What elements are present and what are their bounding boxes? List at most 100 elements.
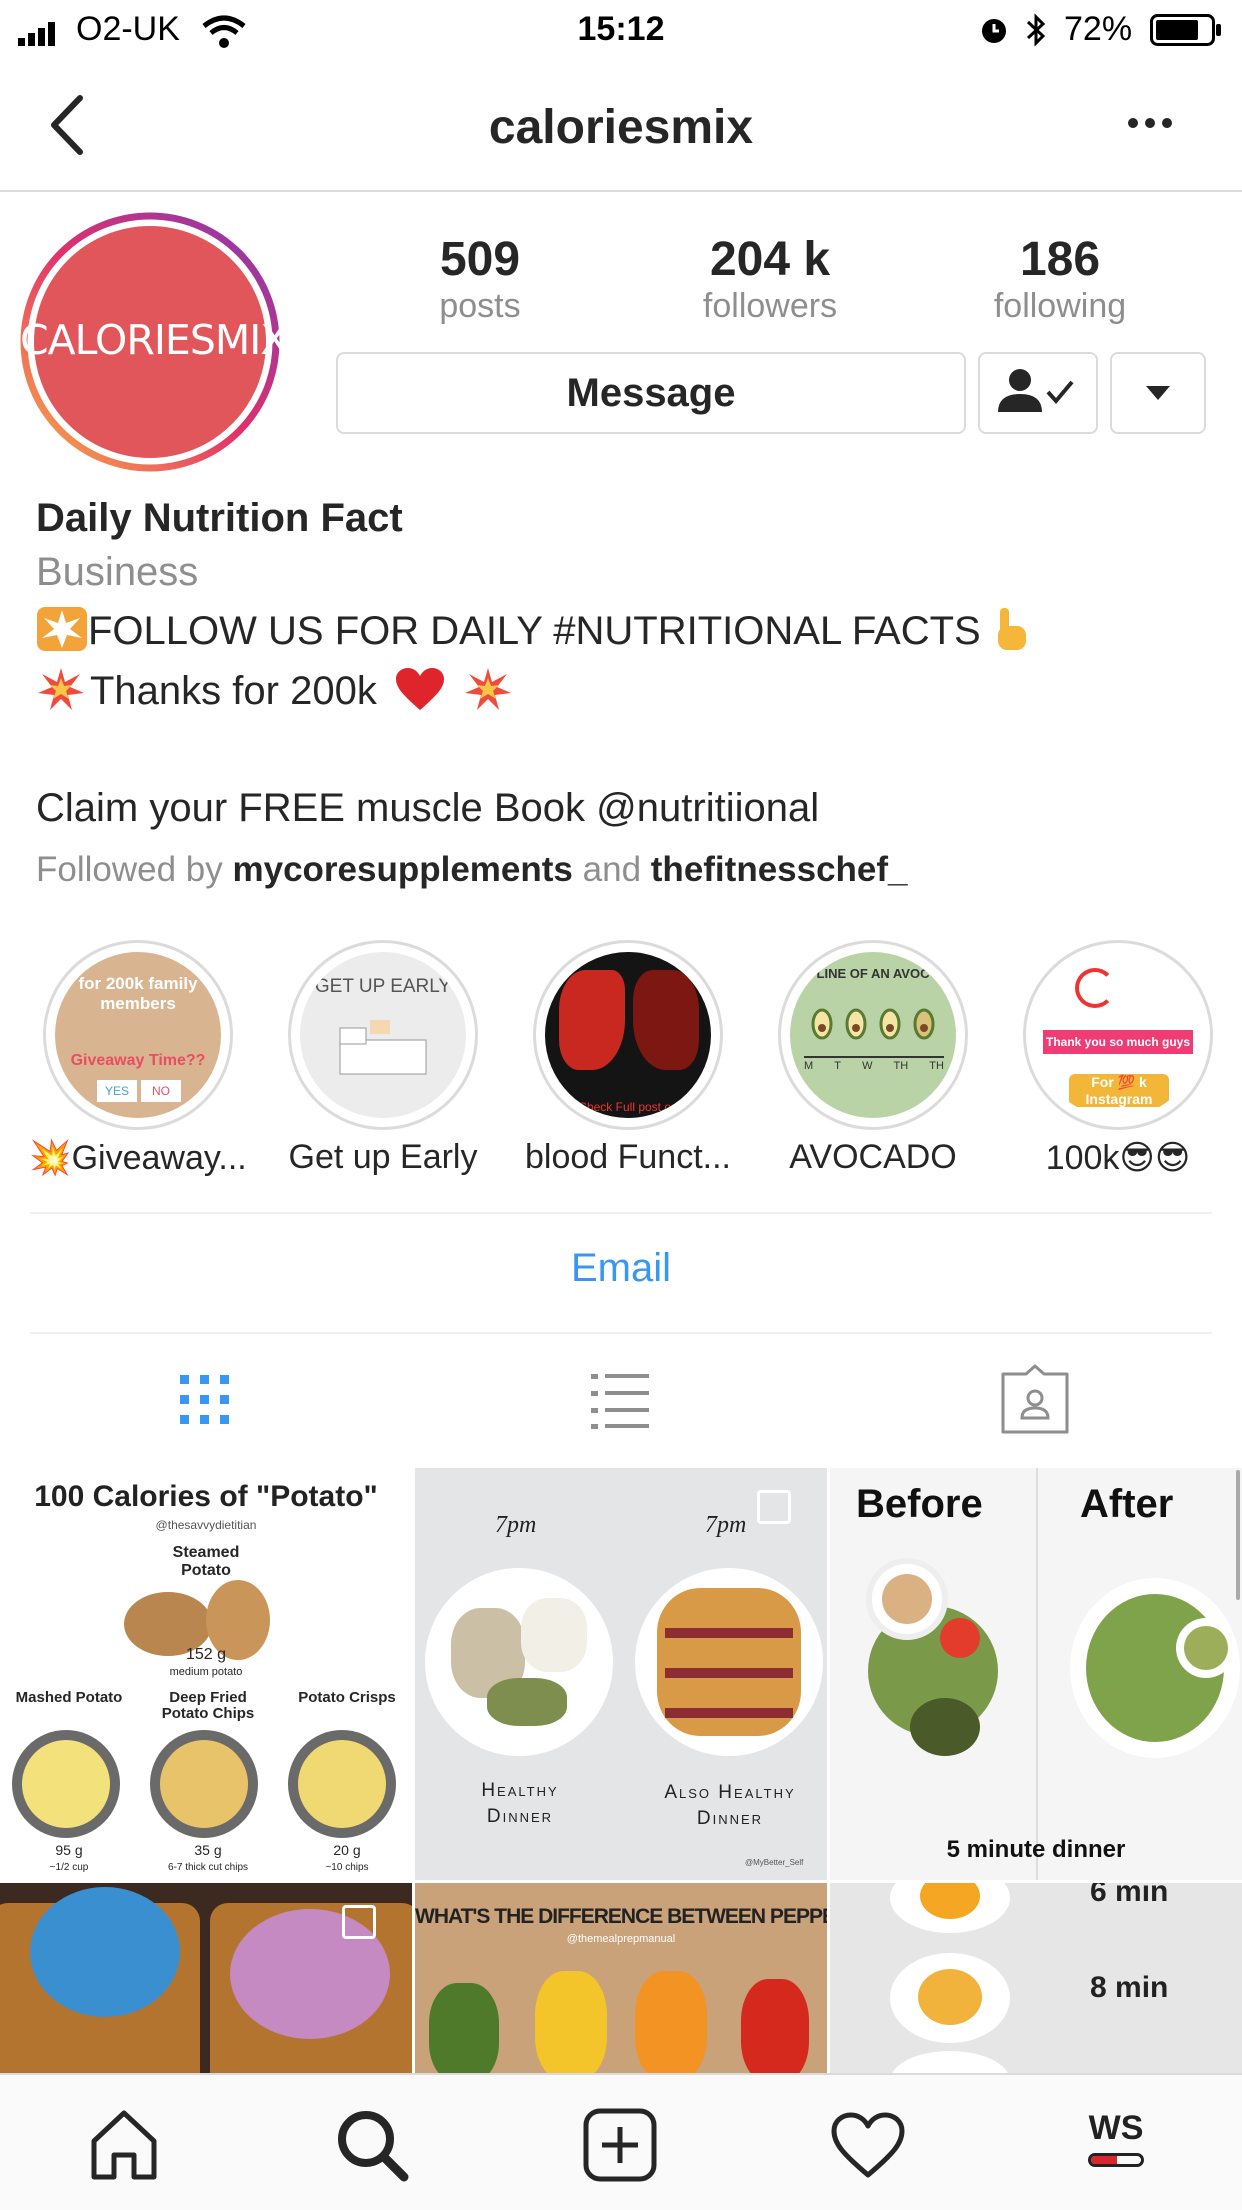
tab-search[interactable] bbox=[332, 2105, 412, 2185]
bottom-tab-bar: WS bbox=[0, 2073, 1242, 2210]
grid-icon bbox=[180, 1375, 229, 1424]
post-credit: @MyBetter_Self bbox=[745, 1858, 804, 1867]
status-bar: O2-UK 15:12 72% bbox=[0, 0, 1242, 60]
day-label: M bbox=[804, 1060, 814, 1072]
highlight-giveaway[interactable]: for 200k family members Giveaway Time?? … bbox=[43, 940, 233, 1130]
highlight-label-blood-function[interactable]: blood Funct... bbox=[508, 1138, 748, 1177]
post-item-weight: 20 g bbox=[333, 1842, 361, 1858]
heart-icon bbox=[831, 2112, 905, 2178]
tab-new-post[interactable] bbox=[580, 2105, 660, 2185]
post-item-note: ~10 chips bbox=[325, 1862, 369, 1873]
post-tile-peppers[interactable]: WHAT'S THE DIFFERENCE BETWEEN PEPPERS? @… bbox=[415, 1883, 827, 2073]
post-tile-healthy-dinner[interactable]: 7pm 7pm Healthy Dinner Also Healthy Dinn… bbox=[415, 1468, 827, 1880]
tab-activity[interactable] bbox=[828, 2105, 908, 2185]
post-tile-eggs[interactable]: 6 min 8 min bbox=[830, 1883, 1242, 2073]
burst-emoji-icon bbox=[36, 606, 88, 652]
post-before-label: Before bbox=[856, 1482, 983, 1526]
stat-value: 204 k bbox=[709, 233, 831, 286]
post-top-label: Steamed Potato bbox=[172, 1544, 240, 1579]
day-label: W bbox=[862, 1060, 873, 1072]
stat-followers[interactable]: 204 k followers bbox=[670, 232, 870, 326]
profile-avatar[interactable]: CALORIESMIX bbox=[20, 212, 288, 472]
highlight-cover-text: Thank you so much guys bbox=[1043, 1030, 1193, 1054]
post-item-weight: 95 g bbox=[55, 1842, 83, 1858]
tab-list-view[interactable] bbox=[565, 1360, 675, 1440]
post-item-note: ~1/2 cup bbox=[49, 1862, 89, 1873]
egg-time-label: 6 min bbox=[1090, 1883, 1169, 1908]
bio-line-3: Claim your FREE muscle Book @nutritiiona… bbox=[36, 786, 820, 830]
post-tile-waffles[interactable] bbox=[0, 1883, 412, 2073]
post-caption-right: Also Healthy Dinner bbox=[664, 1782, 796, 1829]
email-button[interactable]: Email bbox=[0, 1246, 1242, 1291]
highlight-cover-text: GET UP EARLY bbox=[314, 976, 452, 997]
post-item-note: 6-7 thick cut chips bbox=[167, 1862, 249, 1873]
multiple-photos-icon bbox=[757, 1490, 791, 1524]
egg-time-label: 8 min bbox=[1090, 1971, 1169, 2004]
highlight-day-labels: M T W TH TH bbox=[804, 1056, 944, 1072]
highlight-cover-text: LINE OF AN AVOC bbox=[816, 966, 930, 981]
stat-posts[interactable]: 509 posts bbox=[380, 232, 580, 326]
highlight-label-giveaway[interactable]: 💥Giveaway... bbox=[18, 1138, 258, 1178]
bio-line-2: Thanks for 200k bbox=[36, 666, 513, 714]
highlight-label-100k[interactable]: 100k😎😎 bbox=[998, 1138, 1238, 1178]
add-post-icon bbox=[583, 2108, 657, 2182]
highlight-yes: YES bbox=[97, 1080, 137, 1102]
post-tile-before-after[interactable]: Before After 5 minute dinner bbox=[830, 1468, 1242, 1880]
bluetooth-icon bbox=[1024, 12, 1048, 53]
tab-avatar-text: WS bbox=[1088, 2109, 1144, 2147]
highlight-get-up-early[interactable]: GET UP EARLY bbox=[288, 940, 478, 1130]
triangle-down-icon bbox=[1146, 386, 1170, 400]
followed-by[interactable]: Followed by mycoresupplements and thefit… bbox=[36, 850, 908, 890]
divider bbox=[30, 1212, 1212, 1214]
more-horizontal-icon bbox=[1128, 118, 1172, 128]
divider bbox=[30, 1332, 1212, 1334]
post-caption: 5 minute dinner bbox=[946, 1836, 1126, 1863]
post-tile-potato-calories[interactable]: 100 Calories of "Potato" @thesavvydietit… bbox=[0, 1468, 412, 1880]
search-icon bbox=[338, 2111, 409, 2182]
user-check-icon bbox=[998, 369, 1074, 412]
tab-profile[interactable]: WS bbox=[1076, 2105, 1156, 2185]
post-time-right: 7pm bbox=[705, 1512, 747, 1538]
bio-line-1: FOLLOW US FOR DAILY #NUTRITIONAL FACTS bbox=[36, 606, 1032, 654]
stat-following[interactable]: 186 following bbox=[960, 232, 1160, 326]
navigation-bar: caloriesmix bbox=[0, 60, 1242, 192]
tab-tagged[interactable] bbox=[980, 1360, 1090, 1440]
tagged-icon bbox=[1001, 1364, 1069, 1434]
highlight-100k[interactable]: Thank you so much guys For 💯 k Instagram bbox=[1023, 940, 1213, 1130]
highlight-label-avocado[interactable]: AVOCADO bbox=[753, 1138, 993, 1177]
battery-percent: 72% bbox=[1064, 10, 1133, 48]
highlight-blood-function[interactable]: Check Full post on bbox=[533, 940, 723, 1130]
avatar-logo-text: CALORIESMIX bbox=[20, 316, 288, 364]
tab-home[interactable] bbox=[84, 2105, 164, 2185]
post-top-weight: 152 g bbox=[185, 1646, 227, 1663]
profile-avatar-icon: WS bbox=[1076, 2105, 1156, 2185]
collision-emoji-icon bbox=[36, 666, 86, 712]
profile-category: Business bbox=[36, 550, 199, 594]
highlight-cover-sub: Giveaway Time?? bbox=[70, 1052, 206, 1069]
post-caption-left: Healthy Dinner bbox=[481, 1780, 559, 1827]
post-handle: @thesavvydietitian bbox=[155, 1518, 257, 1532]
stat-label: following bbox=[993, 287, 1127, 325]
following-button[interactable] bbox=[978, 352, 1098, 434]
more-options-button[interactable] bbox=[1120, 108, 1180, 138]
profile-name: Daily Nutrition Fact bbox=[36, 496, 403, 540]
followed-by-user-1[interactable]: mycoresupplements bbox=[233, 850, 573, 889]
collision-emoji-icon bbox=[463, 666, 513, 712]
highlight-label-get-up-early[interactable]: Get up Early bbox=[263, 1138, 503, 1177]
bio-text-2: Thanks for 200k bbox=[90, 669, 377, 713]
suggestions-dropdown-button[interactable] bbox=[1110, 352, 1206, 434]
tab-grid-view[interactable] bbox=[150, 1360, 260, 1440]
scroll-indicator bbox=[1236, 1470, 1240, 1600]
pointing-hand-icon bbox=[992, 606, 1032, 654]
post-title: WHAT'S THE DIFFERENCE BETWEEN PEPPERS? bbox=[415, 1905, 827, 1928]
post-after-label: After bbox=[1080, 1482, 1174, 1526]
battery-icon bbox=[1150, 14, 1222, 51]
highlight-cover-sub: For 💯 k Instagram bbox=[1069, 1074, 1169, 1107]
post-item-name: Mashed Potato bbox=[15, 1689, 123, 1706]
clock: 15:12 bbox=[577, 10, 665, 48]
stat-value: 509 bbox=[439, 233, 521, 286]
message-button[interactable]: Message bbox=[336, 352, 966, 434]
day-label: TH bbox=[929, 1060, 944, 1072]
followed-by-user-2[interactable]: thefitnesschef_ bbox=[651, 850, 908, 889]
highlight-avocado[interactable]: LINE OF AN AVOC M T W TH TH bbox=[778, 940, 968, 1130]
